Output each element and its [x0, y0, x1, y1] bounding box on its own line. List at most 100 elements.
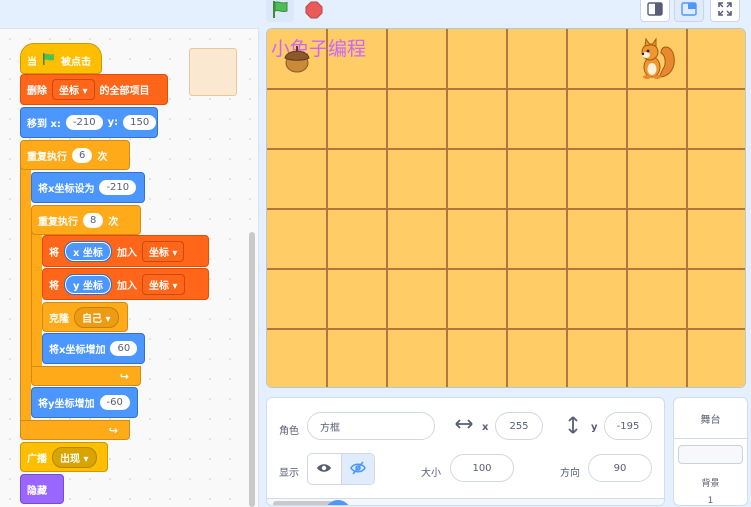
x-label: x [482, 422, 489, 433]
change-x-block[interactable]: 将x坐标增加 60 [42, 333, 145, 364]
change-y-label: 将y坐标增加 [38, 399, 95, 410]
list-dropdown-label: 坐标 [59, 86, 79, 97]
y-label: y [591, 422, 598, 433]
delete-label: 删除 [27, 86, 47, 97]
size-field[interactable]: 100 [450, 454, 514, 482]
sprite-info-panel: 角色 方框 x 255 y -195 显示 大小 100 方向 90 [266, 397, 665, 506]
stop-button[interactable] [300, 0, 328, 22]
clone-label: 克隆 [49, 313, 69, 325]
repeat-inner-label: 重复执行 [38, 216, 78, 228]
sprite-thumbnail[interactable] [189, 48, 237, 96]
y-position-value: -195 [616, 420, 640, 432]
broadcast-block[interactable]: 广播 出现 ▾ [20, 442, 108, 472]
stage-selector-panel[interactable]: 舞台 背景 1 [673, 397, 748, 506]
repeat-inner-unit: 次 [108, 216, 119, 228]
create-clone-block[interactable]: 克隆 自己 ▾ [42, 302, 128, 332]
hide-block[interactable]: 隐藏 [20, 474, 64, 504]
backdrop-count: 1 [707, 496, 714, 506]
clone-target-dropdown[interactable]: 自己 ▾ [74, 306, 119, 328]
green-flag-icon [42, 52, 56, 68]
add-y-mid-label: 加入 [117, 280, 137, 292]
x-position-field[interactable]: 255 [495, 412, 543, 440]
stage-canvas[interactable]: 小兔子编程 [266, 28, 746, 388]
change-y-input[interactable]: -60 [99, 395, 130, 410]
set-x-block[interactable]: 将x坐标设为 -210 [31, 172, 145, 203]
repeat-outer-label: 重复执行 [27, 151, 67, 163]
repeat-outer-unit: 次 [97, 151, 108, 163]
list-dropdown[interactable]: 坐标 ▾ [52, 79, 95, 100]
size-label: 大小 [421, 468, 441, 479]
show-toggle-group [307, 453, 375, 485]
direction-value: 90 [613, 462, 627, 474]
change-x-label: 将x坐标增加 [49, 345, 106, 356]
broadcast-message-label: 出现 [60, 453, 80, 465]
go-to-xy-block[interactable]: 移到 x: -210 y: 150 [20, 107, 158, 138]
repeat-outer-block[interactable]: 重复执行 6 次 [20, 140, 130, 170]
repeat-outer-wall [20, 153, 31, 437]
fullscreen-button[interactable] [710, 0, 740, 22]
repeat-outer-end: ↪ [20, 420, 130, 440]
flag-clicked-label: 被点击 [61, 56, 91, 68]
eye-slash-icon [349, 460, 366, 478]
hide-label: 隐藏 [27, 485, 47, 497]
code-area[interactable]: 当 被点击 删除 坐标 ▾ 的全部项目 移到 x: -210 y: 150 重复… [0, 28, 259, 507]
when-label: 当 [27, 56, 37, 68]
goto-x-input[interactable]: -210 [65, 115, 103, 130]
add-y-list-label: 坐标 [149, 280, 169, 292]
when-flag-clicked-block[interactable]: 当 被点击 [20, 43, 102, 74]
show-label: 显示 [279, 468, 299, 479]
all-items-label: 的全部项目 [99, 86, 150, 97]
change-x-input[interactable]: 60 [110, 341, 138, 356]
sprite-list-scrollbar[interactable] [273, 501, 333, 505]
small-stage-button[interactable] [640, 0, 670, 22]
set-x-input[interactable]: -210 [99, 180, 137, 195]
normal-stage-button[interactable] [674, 0, 704, 22]
add-x-to-list-block[interactable]: 将 x 坐标 加入 坐标 ▾ [42, 235, 209, 267]
broadcast-message-dropdown[interactable]: 出现 ▾ [52, 446, 97, 468]
sprite-list-strip [267, 498, 664, 505]
goto-y-label: y: [107, 117, 119, 128]
y-position-field[interactable]: -195 [604, 412, 652, 440]
squirrel-icon[interactable] [635, 37, 679, 83]
green-flag-button[interactable] [266, 0, 294, 22]
add-x-list-dropdown[interactable]: 坐标 ▾ [141, 240, 185, 262]
delete-all-of-list-block[interactable]: 删除 坐标 ▾ 的全部项目 [20, 74, 168, 105]
size-value: 100 [472, 462, 492, 474]
direction-label: 方向 [560, 468, 580, 479]
show-visible-button[interactable] [308, 454, 342, 484]
add-y-to-list-block[interactable]: 将 y 坐标 加入 坐标 ▾ [42, 268, 209, 300]
repeat-outer-count-input[interactable]: 6 [72, 147, 93, 163]
goto-label: 移到 x: [27, 119, 61, 130]
x-arrows-icon [455, 418, 473, 433]
goto-y-input[interactable]: 150 [123, 115, 157, 130]
show-hidden-button[interactable] [341, 454, 374, 484]
stage-header [258, 0, 751, 28]
normal-stage-icon [681, 2, 697, 19]
acorn-icon[interactable] [281, 43, 313, 75]
y-position-reporter[interactable]: y 坐标 [64, 273, 112, 295]
loop-arrow-icon: ↪ [108, 424, 118, 437]
green-flag-icon [271, 1, 289, 21]
add-y-pre-label: 将 [49, 280, 59, 292]
x-position-reporter[interactable]: x 坐标 [64, 240, 112, 262]
change-y-block[interactable]: 将y坐标增加 -60 [31, 387, 138, 418]
stop-icon [305, 1, 323, 22]
repeat-inner-block[interactable]: 重复执行 8 次 [31, 205, 141, 235]
backdrop-thumbnail[interactable] [678, 445, 743, 464]
loop-arrow-icon: ↪ [119, 370, 129, 383]
add-x-mid-label: 加入 [116, 247, 137, 259]
repeat-inner-end: ↪ [31, 366, 141, 386]
add-x-list-label: 坐标 [148, 247, 169, 259]
add-y-list-dropdown[interactable]: 坐标 ▾ [142, 273, 185, 295]
add-x-pre-label: 将 [49, 247, 59, 259]
sprite-name-value: 方框 [320, 422, 340, 434]
small-stage-icon [647, 2, 663, 19]
repeat-inner-count-input[interactable]: 8 [83, 212, 104, 228]
repeat-inner-wall [31, 220, 42, 367]
fullscreen-icon [718, 2, 732, 19]
sprite-label: 角色 [279, 426, 299, 437]
direction-field[interactable]: 90 [588, 454, 652, 482]
sprite-name-field[interactable]: 方框 [307, 412, 435, 440]
backdrop-label: 背景 [701, 479, 720, 489]
code-scrollbar[interactable] [249, 232, 255, 507]
